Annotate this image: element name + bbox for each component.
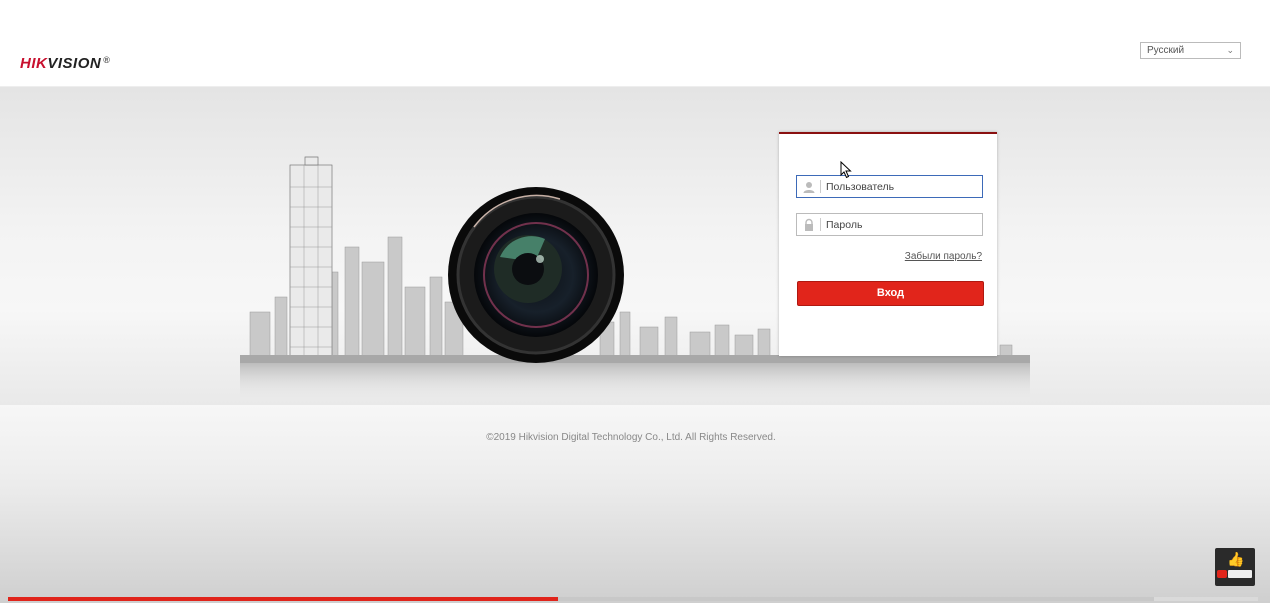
- language-select[interactable]: Русский ⌄: [1140, 42, 1241, 59]
- logo-registered-mark: ®: [103, 55, 111, 65]
- password-field[interactable]: [796, 213, 983, 236]
- footer: ©2019 Hikvision Digital Technology Co., …: [0, 405, 1270, 603]
- copyright-text: ©2019 Hikvision Digital Technology Co., …: [486, 432, 776, 443]
- chevron-down-icon: ⌄: [1226, 45, 1234, 55]
- login-button[interactable]: Вход: [797, 281, 984, 306]
- forgot-password-link[interactable]: Забыли пароль?: [905, 251, 982, 262]
- header: HIKVISION ® Русский ⌄: [0, 0, 1270, 87]
- lock-icon: [805, 218, 813, 231]
- hikvision-logo: HIKVISION ®: [20, 55, 110, 72]
- thumbs-up-icon: 👍: [1227, 551, 1245, 567]
- video-progress-remainder: [1154, 597, 1258, 601]
- video-progress-bar[interactable]: [8, 597, 1154, 601]
- youtube-subscribe-badge[interactable]: 👍: [1215, 548, 1255, 586]
- logo-vision: VISION: [47, 55, 102, 72]
- username-field[interactable]: [796, 175, 983, 198]
- login-panel: Забыли пароль? Вход: [779, 132, 997, 356]
- language-selected-value: Русский: [1147, 45, 1185, 56]
- field-separator: [820, 180, 821, 193]
- user-icon: [803, 182, 815, 193]
- city-skyline-illustration: [240, 156, 1030, 403]
- mouse-cursor-icon: [840, 161, 852, 179]
- camera-lens-icon: [448, 187, 624, 363]
- username-input[interactable]: [826, 179, 976, 194]
- password-input[interactable]: [826, 217, 976, 232]
- subscribe-bar: [1228, 570, 1252, 578]
- logo-hik: HIK: [20, 55, 48, 72]
- field-separator: [820, 218, 821, 231]
- video-progress-fill: [8, 597, 559, 601]
- hero-banner: Забыли пароль? Вход: [0, 87, 1270, 405]
- youtube-play-icon: [1217, 570, 1227, 578]
